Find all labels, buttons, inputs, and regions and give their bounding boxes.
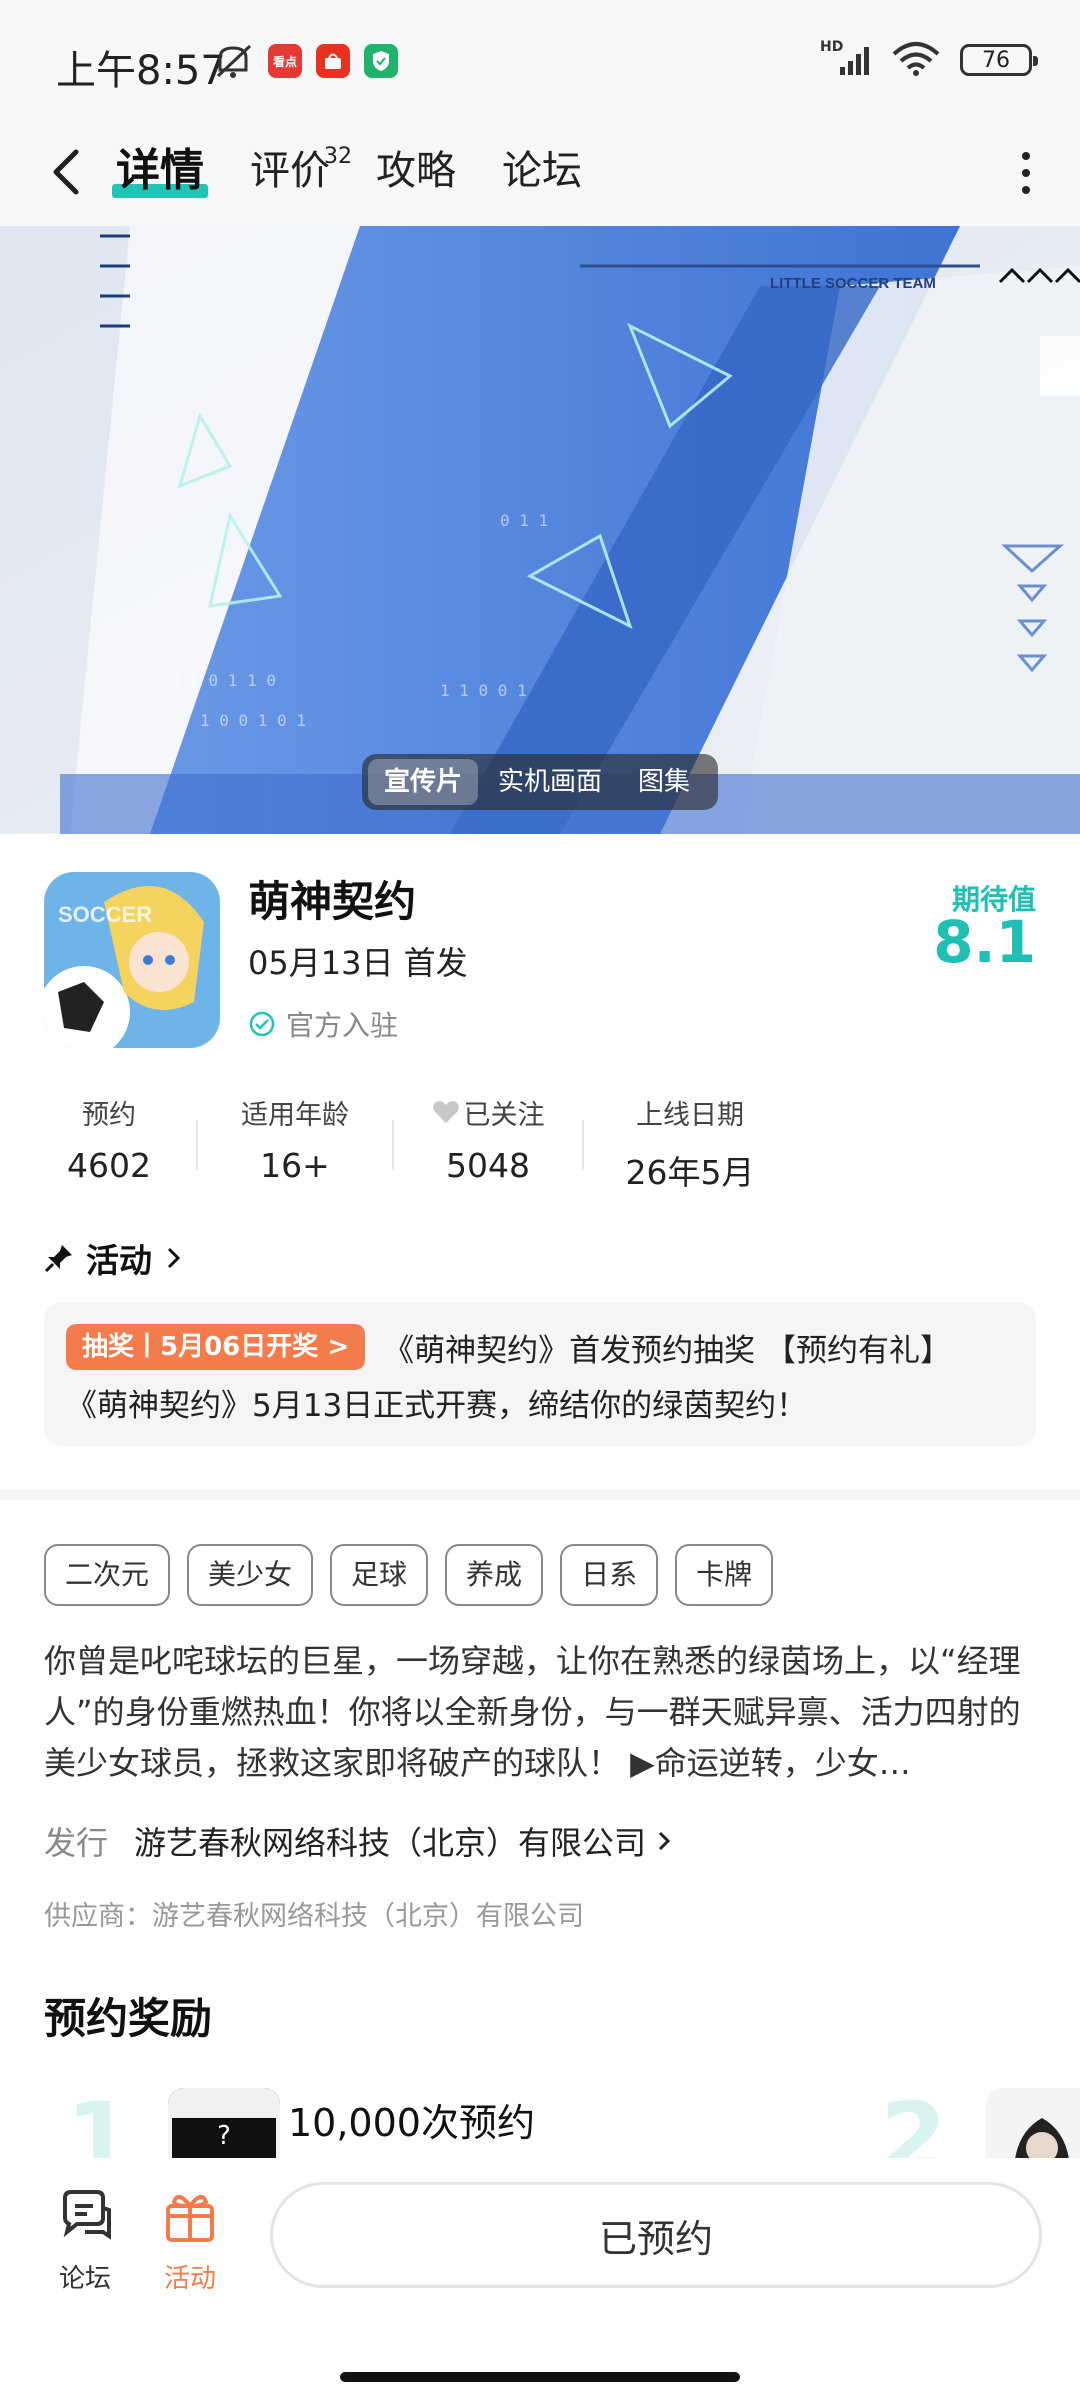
bottom-action-bar: 论坛 活动 已预约 — [0, 2158, 1080, 2400]
section-divider — [0, 1490, 1080, 1500]
banner-watermark: LITTLE SOCCER TEAM — [770, 275, 936, 292]
bottom-forum-button[interactable]: 论坛 — [40, 2186, 130, 2295]
top-nav: 详情 评价 32 攻略 论坛 — [0, 120, 1080, 226]
reward-milestone: 10,000次预约 — [288, 2101, 535, 2145]
forum-icon — [55, 2186, 115, 2246]
heart-icon — [432, 1101, 459, 1123]
tab-details[interactable]: 详情 — [112, 140, 208, 202]
svg-text:?: ? — [217, 2121, 231, 2151]
tag-chip[interactable]: 日系 — [560, 1544, 659, 1606]
shopping-app-icon — [316, 44, 350, 78]
gift-icon — [160, 2186, 220, 2246]
bottom-activity-button[interactable]: 活动 — [145, 2186, 235, 2295]
security-app-icon — [364, 44, 398, 78]
stat-followers[interactable]: 已关注 5048 — [416, 1092, 560, 1185]
verified-icon — [249, 1011, 275, 1037]
battery-icon: 76 — [960, 44, 1038, 76]
svg-text:0 1 0 1 1 0: 0 1 0 1 1 0 — [170, 671, 276, 690]
divider — [392, 1120, 394, 1170]
expectation-score: 8.1 — [933, 908, 1036, 976]
chevron-right-icon — [167, 1247, 181, 1269]
activity-card[interactable]: 抽奖丨5月06日开奖 > 《萌神契约》首发预约抽奖 【预约有礼】 《萌神契约》5… — [44, 1302, 1036, 1446]
activity-title: 《萌神契约》首发预约抽奖 【预约有礼】 — [383, 1332, 951, 1369]
reward-section-title: 预约奖励 — [44, 1994, 213, 2043]
tab-forum[interactable]: 论坛 — [502, 140, 582, 202]
genre-tags: 二次元 美少女 足球 养成 日系 卡牌 — [44, 1544, 774, 1606]
tag-chip[interactable]: 足球 — [330, 1544, 429, 1606]
tab-bar: 详情 评价 32 攻略 论坛 — [112, 140, 582, 202]
publisher-name: 游艺春秋网络科技（北京）有限公司 — [134, 1824, 647, 1862]
svg-text:0 1 1: 0 1 1 — [500, 511, 548, 530]
chevron-right-icon — [658, 1831, 671, 1851]
game-description[interactable]: 你曾是叱咤球坛的巨星，一场穿越，让你在熟悉的绿茵场上，以“经理人”的身份重燃热血… — [44, 1636, 1036, 1789]
more-options-icon[interactable] — [1016, 144, 1036, 202]
supplier-info: 供应商：游艺春秋网络科技（北京）有限公司 — [44, 1901, 584, 1932]
wifi-icon — [890, 40, 942, 80]
stat-age-rating: 适用年龄 16+ — [241, 1099, 349, 1186]
news-app-icon: 看点 — [268, 44, 302, 78]
signal-icon: HD — [820, 39, 872, 77]
mute-icon — [212, 42, 254, 80]
tab-reviews[interactable]: 评价 32 — [250, 140, 352, 202]
svg-text:1 1 0 0 1: 1 1 0 0 1 — [440, 681, 527, 700]
tag-chip[interactable]: 养成 — [445, 1544, 544, 1606]
media-option-gallery[interactable]: 图集 — [622, 759, 706, 805]
media-banner[interactable]: LITTLE SOCCER TEAM 0 1 0 1 1 0 1 0 0 1 0… — [0, 226, 1080, 834]
stats-row: 预约 4602 适用年龄 16+ 已关注 5048 上线日期 26年5月 — [44, 1092, 774, 1194]
home-indicator[interactable] — [340, 2372, 740, 2382]
tag-chip[interactable]: 卡牌 — [675, 1544, 774, 1606]
tag-chip[interactable]: 美少女 — [187, 1544, 314, 1606]
status-time: 上午8:57 — [56, 48, 226, 94]
game-name: 萌神契约 — [248, 877, 417, 926]
stat-reservations: 预约 4602 — [67, 1099, 151, 1186]
stat-launch-date: 上线日期 26年5月 — [625, 1099, 755, 1193]
reward-rank: 1 — [66, 2082, 133, 2158]
status-notification-icons: 看点 — [212, 42, 398, 80]
reward-thumbnail: ? — [168, 2088, 280, 2158]
release-date: 05月13日 首发 — [248, 944, 468, 982]
divider — [196, 1120, 198, 1170]
publisher-row[interactable]: 发行 游艺春秋网络科技（北京）有限公司 — [44, 1818, 676, 1864]
app-page: 上午8:57 看点 HD 76 详情 评价 32 攻略 论坛 LITTLE SO… — [0, 0, 1080, 2400]
activity-header[interactable]: 活动 — [44, 1234, 184, 1282]
status-bar: 上午8:57 看点 HD 76 — [0, 0, 1080, 120]
reserved-button[interactable]: 已预约 — [270, 2182, 1042, 2288]
tag-chip[interactable]: 二次元 — [44, 1544, 171, 1606]
media-option-gameplay[interactable]: 实机画面 — [482, 759, 618, 805]
lottery-badge: 抽奖丨5月06日开奖 > — [66, 1324, 366, 1370]
official-badge: 官方入驻 — [248, 1004, 398, 1044]
review-count-badge: 32 — [324, 144, 352, 169]
media-option-trailer[interactable]: 宣传片 — [368, 759, 479, 805]
reward-thumbnail — [986, 2088, 1080, 2158]
pin-icon — [44, 1245, 72, 1273]
media-type-switch: 宣传片 实机画面 图集 — [362, 754, 718, 810]
banner-artwork: LITTLE SOCCER TEAM 0 1 0 1 1 0 1 0 0 1 0… — [0, 226, 1080, 834]
status-system-icons: HD 76 — [820, 39, 1038, 80]
svg-text:SOCCER: SOCCER — [58, 902, 152, 927]
divider — [582, 1120, 584, 1170]
activity-subtitle: 《萌神契约》5月13日正式开赛，缔结你的绿茵契约！ — [66, 1388, 808, 1424]
back-button[interactable] — [44, 142, 94, 202]
tab-guides[interactable]: 攻略 — [376, 140, 456, 202]
svg-text:1 0 0 1 0 1: 1 0 0 1 0 1 — [200, 711, 306, 730]
reward-list[interactable]: 1 ? 10,000次预约 2 — [0, 2068, 1080, 2158]
reward-rank: 2 — [880, 2082, 947, 2158]
game-icon: SOCCER — [44, 872, 220, 1048]
